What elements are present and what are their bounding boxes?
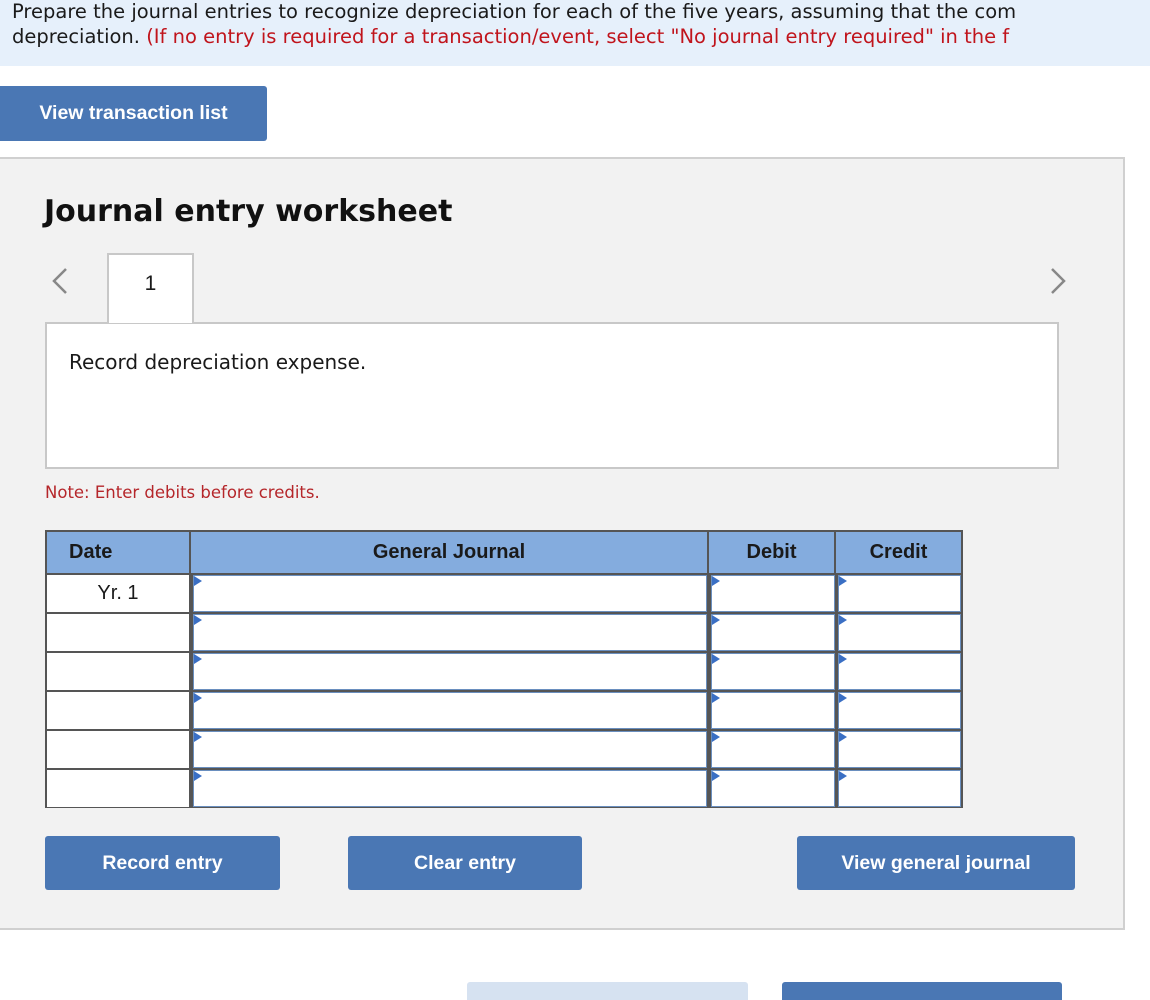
debit-input[interactable] bbox=[711, 770, 835, 807]
triangle-marker-icon bbox=[194, 576, 202, 586]
triangle-marker-icon bbox=[194, 771, 202, 781]
journal-account-input[interactable] bbox=[193, 614, 707, 651]
journal-account-input[interactable] bbox=[193, 653, 707, 690]
date-cell[interactable] bbox=[47, 653, 189, 690]
previous-page-button[interactable] bbox=[467, 982, 748, 1000]
record-entry-button[interactable]: Record entry bbox=[45, 836, 280, 890]
triangle-marker-icon bbox=[712, 654, 720, 664]
table-row bbox=[47, 653, 961, 692]
debit-input[interactable] bbox=[711, 731, 835, 768]
worksheet-title: Journal entry worksheet bbox=[44, 194, 453, 229]
triangle-marker-icon bbox=[839, 576, 847, 586]
column-header-general-journal: General Journal bbox=[191, 532, 709, 573]
view-general-journal-button[interactable]: View general journal bbox=[797, 836, 1075, 890]
triangle-marker-icon bbox=[839, 654, 847, 664]
triangle-marker-icon bbox=[712, 693, 720, 703]
triangle-marker-icon bbox=[194, 615, 202, 625]
journal-table: Date General Journal Debit Credit Yr. 1 bbox=[45, 530, 963, 808]
debit-input[interactable] bbox=[711, 575, 835, 612]
view-transaction-list-button[interactable]: View transaction list bbox=[0, 86, 267, 141]
journal-account-input[interactable] bbox=[193, 575, 707, 612]
instruction-line-2: depreciation. (If no entry is required f… bbox=[12, 24, 1009, 49]
debit-input[interactable] bbox=[711, 653, 835, 690]
triangle-marker-icon bbox=[839, 732, 847, 742]
table-row bbox=[47, 614, 961, 653]
note-text: Note: Enter debits before credits. bbox=[45, 483, 320, 502]
date-cell[interactable] bbox=[47, 731, 189, 768]
triangle-marker-icon bbox=[712, 771, 720, 781]
transaction-description: Record depreciation expense. bbox=[69, 350, 367, 374]
table-row bbox=[47, 731, 961, 770]
credit-input[interactable] bbox=[838, 614, 961, 651]
table-row bbox=[47, 770, 961, 809]
credit-input[interactable] bbox=[838, 731, 961, 768]
instruction-hint: (If no entry is required for a transacti… bbox=[146, 25, 1010, 48]
triangle-marker-icon bbox=[839, 771, 847, 781]
triangle-marker-icon bbox=[194, 654, 202, 664]
table-row bbox=[47, 692, 961, 731]
column-header-debit: Debit bbox=[709, 532, 836, 573]
next-page-button[interactable] bbox=[782, 982, 1062, 1000]
column-header-date: Date bbox=[47, 532, 191, 573]
journal-account-input[interactable] bbox=[193, 770, 707, 807]
date-cell[interactable]: Yr. 1 bbox=[47, 575, 189, 612]
journal-account-input[interactable] bbox=[193, 731, 707, 768]
triangle-marker-icon bbox=[194, 732, 202, 742]
debit-input[interactable] bbox=[711, 614, 835, 651]
credit-input[interactable] bbox=[838, 692, 961, 729]
credit-input[interactable] bbox=[838, 575, 961, 612]
table-row: Yr. 1 bbox=[47, 575, 961, 614]
date-cell[interactable] bbox=[47, 770, 189, 807]
tab-1[interactable]: 1 bbox=[107, 253, 194, 323]
triangle-marker-icon bbox=[712, 615, 720, 625]
debit-input[interactable] bbox=[711, 692, 835, 729]
date-cell[interactable] bbox=[47, 614, 189, 651]
chevron-left-icon[interactable] bbox=[50, 267, 70, 295]
column-header-credit: Credit bbox=[836, 532, 961, 573]
tab-label: 1 bbox=[144, 272, 157, 295]
instruction-banner: Prepare the journal entries to recognize… bbox=[0, 0, 1150, 66]
triangle-marker-icon bbox=[712, 576, 720, 586]
credit-input[interactable] bbox=[838, 770, 961, 807]
description-box: Record depreciation expense. bbox=[45, 322, 1059, 469]
date-cell[interactable] bbox=[47, 692, 189, 729]
chevron-right-icon[interactable] bbox=[1048, 267, 1068, 295]
instruction-line-1: Prepare the journal entries to recognize… bbox=[12, 0, 1017, 23]
triangle-marker-icon bbox=[839, 615, 847, 625]
triangle-marker-icon bbox=[712, 732, 720, 742]
journal-entry-worksheet: Journal entry worksheet 1 Record depreci… bbox=[0, 157, 1125, 930]
triangle-marker-icon bbox=[194, 693, 202, 703]
clear-entry-button[interactable]: Clear entry bbox=[348, 836, 582, 890]
triangle-marker-icon bbox=[839, 693, 847, 703]
credit-input[interactable] bbox=[838, 653, 961, 690]
journal-account-input[interactable] bbox=[193, 692, 707, 729]
instruction-text: depreciation. bbox=[12, 25, 147, 48]
